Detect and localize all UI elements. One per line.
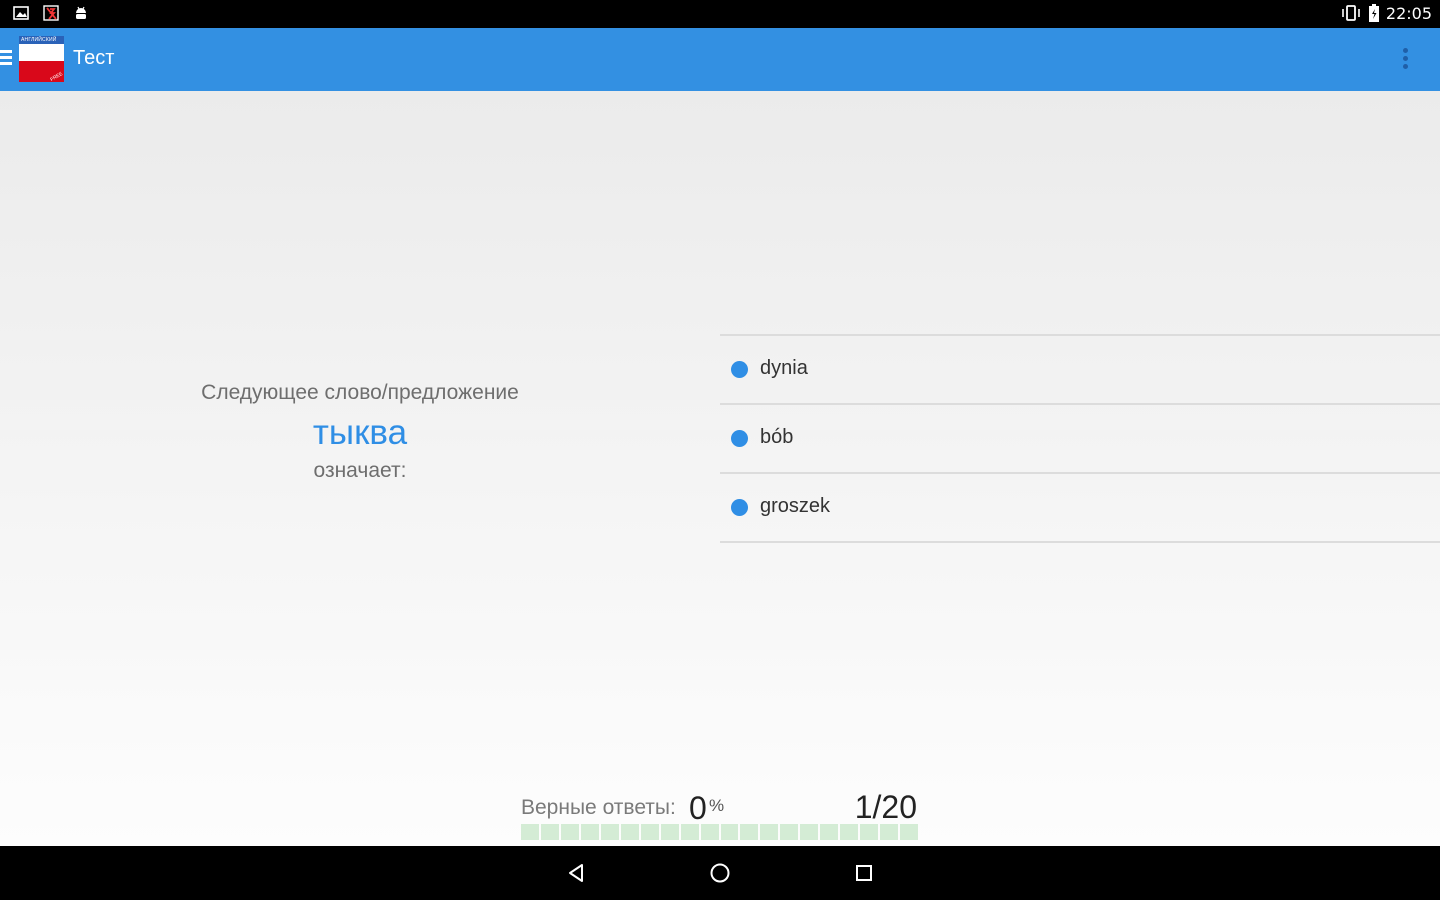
score-label: Верные ответы: (521, 796, 676, 819)
score-value: 0 (689, 790, 707, 826)
progress-segment (680, 824, 699, 840)
progress-segment (720, 824, 739, 840)
progress-segment (800, 824, 819, 840)
overflow-menu-icon[interactable] (1401, 48, 1409, 72)
question-word: тыква (312, 413, 408, 452)
question-means: означает: (313, 459, 407, 482)
quiz-content: Следующее слово/предложение тыква означа… (0, 91, 1440, 846)
app-logo[interactable]: АНГЛИЙСКИЙ FREE (19, 36, 64, 82)
image-notification-icon (13, 6, 29, 20)
progress-segment (900, 824, 919, 840)
battery-charging-icon (1368, 4, 1379, 22)
page-title: Тест (73, 47, 115, 69)
progress-segment (640, 824, 659, 840)
menu-icon[interactable] (0, 50, 12, 68)
back-icon[interactable] (564, 861, 588, 885)
progress-bar (521, 824, 919, 840)
no-flash-icon (43, 5, 59, 21)
vibrate-icon (1342, 5, 1360, 21)
android-icon (76, 6, 86, 19)
progress-segment (560, 824, 579, 840)
answer-list: dynia bób groszek (720, 334, 1440, 543)
answer-label: groszek (760, 495, 831, 517)
navigation-bar (0, 846, 1440, 900)
progress-segment (740, 824, 759, 840)
question-panel: Следующее слово/предложение тыква означа… (0, 381, 720, 483)
progress-segment (780, 824, 799, 840)
progress-segment (880, 824, 899, 840)
progress-segment (860, 824, 879, 840)
question-counter: 1/20 (854, 789, 917, 825)
progress-segment (700, 824, 719, 840)
answer-label: bób (760, 426, 794, 448)
progress-segment (580, 824, 599, 840)
radio-dot-icon (731, 361, 748, 378)
progress-segment (820, 824, 839, 840)
answer-option[interactable]: bób (720, 405, 1440, 474)
radio-dot-icon (731, 430, 748, 447)
progress-segment (600, 824, 619, 840)
answer-label: dynia (760, 357, 808, 379)
progress-segment (620, 824, 639, 840)
recent-apps-icon[interactable] (852, 861, 876, 885)
answer-option[interactable]: dynia (720, 336, 1440, 405)
progress-segment (660, 824, 679, 840)
progress-segment (521, 824, 539, 840)
progress-segment (540, 824, 559, 840)
score-unit: % (709, 796, 725, 815)
question-prompt: Следующее слово/предложение (201, 381, 519, 404)
clock: 22:05 (1385, 3, 1432, 23)
progress-segment (840, 824, 859, 840)
status-bar: 22:05 (0, 0, 1440, 28)
progress-segment (760, 824, 779, 840)
home-icon[interactable] (708, 861, 732, 885)
app-bar: АНГЛИЙСКИЙ FREE Тест (0, 28, 1440, 91)
answer-option[interactable]: groszek (720, 474, 1440, 543)
radio-dot-icon (731, 499, 748, 516)
score-area: Верные ответы: 0 % 1/20 (521, 786, 921, 841)
